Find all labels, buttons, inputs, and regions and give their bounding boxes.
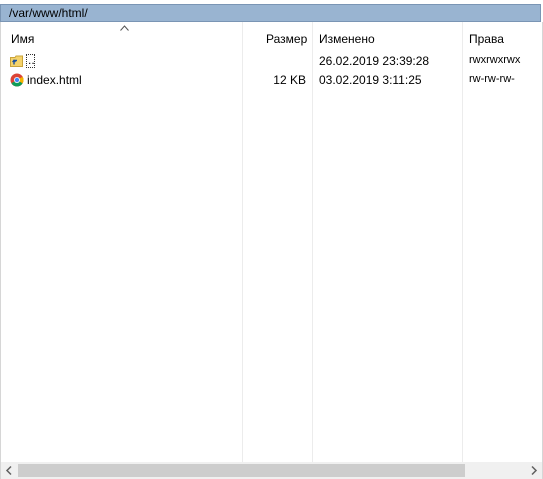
path-bar[interactable]: /var/www/html/: [0, 4, 541, 22]
parent-folder-icon: [10, 55, 23, 67]
column-header-name[interactable]: Имя: [11, 32, 34, 46]
scrollbar-thumb[interactable]: [18, 464, 465, 477]
file-size: 12 KB: [273, 73, 306, 87]
file-permissions: rwxrwxrwx: [469, 54, 521, 66]
file-modified: 26.02.2019 23:39:28: [319, 54, 430, 68]
scroll-right-arrow-icon[interactable]: [525, 462, 542, 479]
scroll-left-arrow-icon[interactable]: [1, 462, 18, 479]
file-permissions: rw-rw-rw-: [469, 73, 515, 85]
sort-ascending-icon: [120, 25, 129, 31]
table-row-parent-directory[interactable]: .. 26.02.2019 23:39:28 rwxrwxrwx: [0, 52, 543, 71]
parent-directory-name: ..: [26, 53, 35, 68]
file-modified: 03.02.2019 3:11:25: [319, 73, 422, 87]
path-text: /var/www/html/: [9, 6, 88, 20]
column-header-modified[interactable]: Изменено: [319, 32, 375, 46]
chrome-icon: [10, 73, 24, 87]
table-row-index-html[interactable]: index.html 12 KB 03.02.2019 3:11:25 rw-r…: [0, 71, 543, 90]
horizontal-scrollbar[interactable]: [1, 462, 542, 479]
column-header-row: Имя Размер Изменено Права: [0, 22, 543, 54]
column-header-size[interactable]: Размер: [266, 32, 307, 46]
column-header-permissions[interactable]: Права: [469, 32, 504, 46]
file-name: index.html: [27, 73, 82, 87]
